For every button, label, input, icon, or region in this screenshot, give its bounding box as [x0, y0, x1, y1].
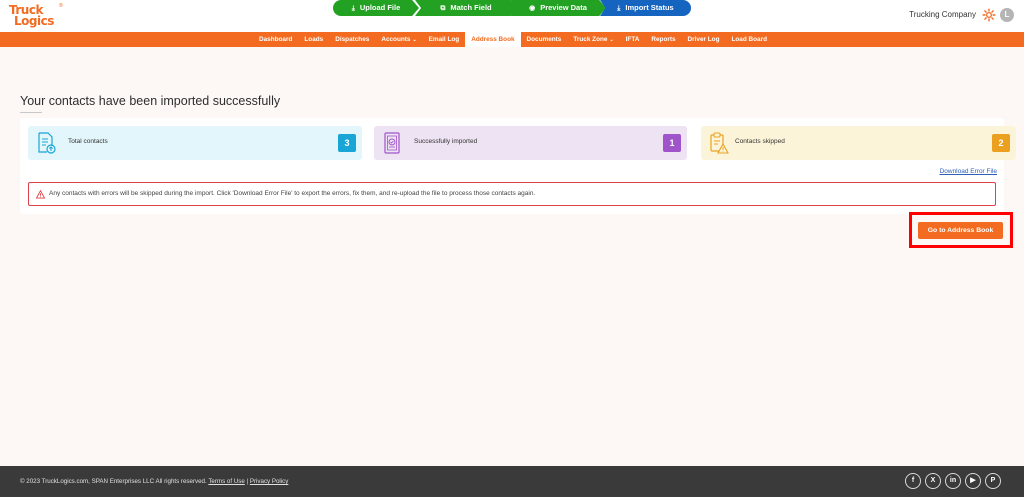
stat-total-contacts: Total contacts 3 — [28, 126, 362, 160]
gear-icon[interactable] — [982, 8, 996, 22]
step-label: Preview Data — [540, 3, 587, 12]
chevron-down-icon: ⌄ — [412, 37, 417, 43]
nav-item-driver-log[interactable]: Driver Log — [682, 32, 726, 47]
nav-item-accounts[interactable]: Accounts ⌄ — [375, 32, 422, 47]
nav-item-label: IFTA — [625, 36, 640, 43]
footer-copyright: © 2023 TruckLogics.com, SPAN Enterprises… — [20, 478, 288, 485]
error-alert: Any contacts with errors will be skipped… — [28, 182, 996, 206]
stat-contacts-skipped: Contacts skipped 2 — [701, 126, 1016, 160]
nav-item-label: Loads — [304, 36, 324, 43]
pinterest-icon[interactable]: P — [985, 473, 1001, 489]
x-icon[interactable]: X — [925, 473, 941, 489]
download-icon: ⤓ — [617, 5, 621, 12]
main-navigation: Dashboard Loads Dispatches Accounts ⌄ Email L… — [0, 32, 1024, 47]
download-icon: ⤓ — [351, 5, 355, 12]
nav-item-label: Dispatches — [335, 36, 370, 43]
step-label: Import Status — [625, 3, 674, 12]
nav-item-address-book[interactable]: Address Book — [465, 32, 521, 47]
step-import-status[interactable]: ⤓ Import Status — [600, 0, 691, 16]
stat-count-badge: 3 — [338, 134, 356, 152]
download-error-file-link[interactable]: Download Error File — [940, 168, 997, 175]
eye-icon: ◉ — [529, 5, 536, 12]
document-upload-icon — [38, 132, 56, 154]
step-upload-file[interactable]: ⤓ Upload File — [333, 0, 419, 16]
match-icon: ⧉ — [440, 5, 446, 12]
nav-item-truck-zone[interactable]: Truck Zone ⌄ — [567, 32, 619, 47]
nav-item-documents[interactable]: Documents — [521, 32, 568, 47]
nav-item-label: Address Book — [471, 36, 515, 43]
stat-label: Contacts skipped — [735, 138, 785, 145]
nav-item-load-board[interactable]: Load Board — [726, 32, 774, 47]
document-check-icon — [384, 132, 400, 154]
step-match-field[interactable]: ⧉ Match Field — [415, 0, 517, 16]
nav-item-reports[interactable]: Reports — [645, 32, 681, 47]
footer-separator: | — [246, 478, 249, 485]
stat-label: Successfully imported — [414, 138, 478, 145]
nav-item-dashboard[interactable]: Dashboard — [253, 32, 298, 47]
logo-registered-mark: ® — [59, 3, 63, 9]
nav-item-label: Dashboard — [259, 36, 293, 43]
clipboard-warning-icon — [710, 132, 729, 154]
nav-item-email-log[interactable]: Email Log — [423, 32, 466, 47]
alert-message: Any contacts with errors will be skipped… — [49, 190, 536, 197]
step-preview-data[interactable]: ◉ Preview Data — [510, 0, 606, 16]
title-underline — [20, 112, 42, 113]
terms-of-use-link[interactable]: Terms of Use — [208, 478, 244, 485]
copyright-text: © 2023 TruckLogics.com, SPAN Enterprises… — [20, 478, 207, 485]
avatar[interactable]: L — [1000, 8, 1014, 22]
go-to-address-book-button[interactable]: Go to Address Book — [918, 222, 1003, 239]
logo-text-bottom: Logics — [14, 14, 54, 28]
nav-item-label: Truck Zone — [573, 36, 608, 43]
company-name[interactable]: Trucking Company — [909, 10, 976, 19]
warning-icon — [36, 190, 45, 199]
social-links: f Xin ▶ P — [905, 473, 1001, 489]
nav-item-label: Load Board — [731, 36, 768, 43]
youtube-icon[interactable]: ▶ — [965, 473, 981, 489]
step-label: Upload File — [359, 3, 401, 12]
nav-item-dispatches[interactable]: Dispatches — [329, 32, 375, 47]
facebook-icon[interactable]: f — [905, 473, 921, 489]
footer: © 2023 TruckLogics.com, SPAN Enterprises… — [0, 466, 1024, 497]
privacy-policy-link[interactable]: Privacy Policy — [250, 478, 289, 485]
import-summary-card: Total contacts 3 Successfully imported 1… — [20, 118, 1016, 214]
nav-item-label: Documents — [526, 36, 562, 43]
nav-item-label: Accounts — [381, 36, 411, 43]
stat-label: Total contacts — [68, 138, 108, 145]
page-title: Your contacts have been imported success… — [20, 94, 281, 108]
trucklogics-logo[interactable]: Truck Logics ® — [9, 3, 65, 29]
chevron-down-icon: ⌄ — [609, 37, 614, 43]
stat-successfully-imported: Successfully imported 1 — [374, 126, 687, 160]
nav-item-label: Driver Log — [687, 36, 720, 43]
nav-item-ifta[interactable]: IFTA — [620, 32, 646, 47]
linkedin-icon[interactable]: in — [945, 473, 961, 489]
nav-item-label: Email Log — [428, 36, 460, 43]
nav-list: Dashboard Loads Dispatches Accounts ⌄ Email L… — [253, 32, 773, 47]
stat-count-badge: 1 — [663, 134, 681, 152]
nav-item-loads[interactable]: Loads — [298, 32, 329, 47]
step-label: Match Field — [450, 3, 492, 12]
stat-count-badge: 2 — [992, 134, 1010, 152]
nav-item-label: Reports — [651, 36, 676, 43]
